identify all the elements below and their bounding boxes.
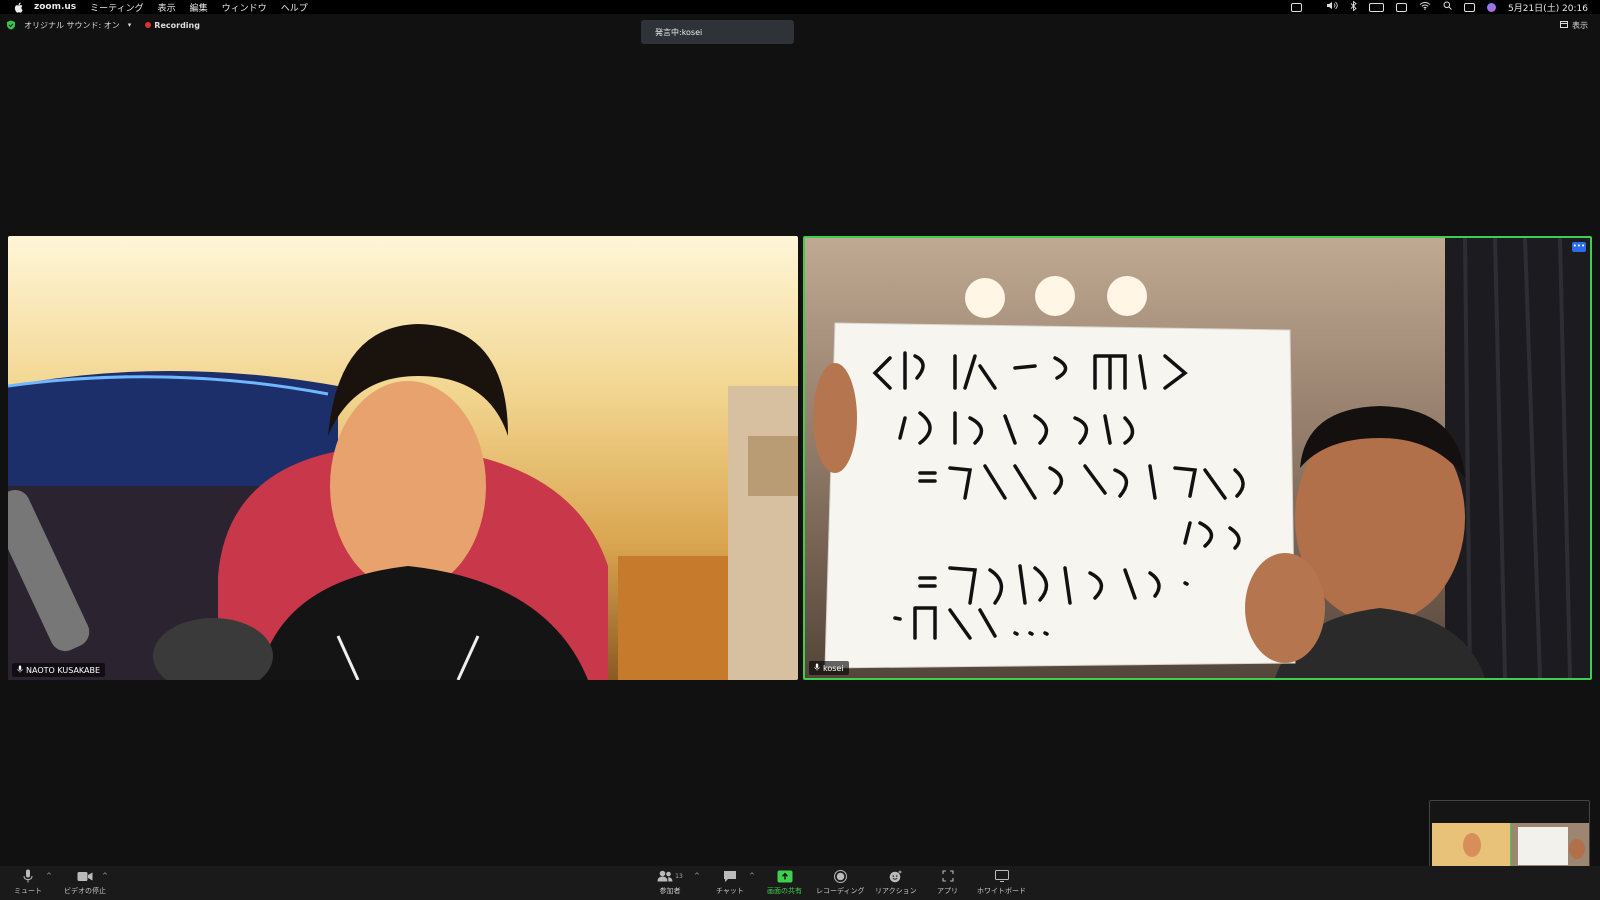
share-screen-button[interactable]: 画面の共有 — [767, 869, 802, 896]
menu-help[interactable]: ヘルプ — [281, 1, 308, 14]
apps-button[interactable]: アプリ — [937, 869, 958, 896]
whiteboard-icon — [994, 869, 1010, 883]
chevron-down-icon[interactable]: ▾ — [128, 21, 132, 29]
participants-icon: 13 — [656, 869, 684, 883]
stop-video-button[interactable]: ビデオの停止 — [64, 869, 106, 896]
recording-dot-icon — [145, 22, 152, 28]
battery-icon[interactable] — [1369, 2, 1384, 12]
meeting-info-row: オリジナル サウンド: オン ▾ Recording — [0, 18, 200, 32]
recording-button[interactable]: レコーディング — [816, 869, 865, 896]
zoom-status-icon[interactable] — [1291, 2, 1302, 12]
recording-label[interactable]: Recording — [154, 21, 200, 30]
microphone-icon — [17, 665, 23, 675]
status-area: ⁣ 5月21日(土) 20:16 — [1291, 0, 1588, 14]
participant-video-kosei — [813, 238, 1590, 678]
chat-options-chevron-icon[interactable]: ^ — [749, 872, 755, 880]
menubar-datetime[interactable]: 5月21日(土) 20:16 — [1508, 1, 1588, 14]
video-camera-icon — [77, 869, 93, 883]
whiteboard-button[interactable]: ホワイトボード — [977, 869, 1026, 896]
menu-window[interactable]: ウィンドウ — [222, 1, 267, 14]
microphone-icon — [20, 869, 36, 883]
recording-button-label: レコーディング — [816, 887, 865, 895]
video-tile-kosei[interactable]: ••• kosei — [803, 236, 1592, 680]
wifi-icon[interactable] — [1419, 1, 1431, 13]
menu-bar: zoom.us ミーティング 表示 編集 ウィンドウ ヘルプ ⁣ 5月21日(土… — [0, 0, 1600, 14]
participants-count: 13 — [675, 872, 683, 880]
participants-button[interactable]: 13 参加者 — [656, 869, 684, 896]
mute-label: ミュート — [14, 887, 42, 895]
apps-label: アプリ — [937, 887, 958, 895]
view-button[interactable]: 表示 — [1560, 20, 1588, 31]
smiley-icon — [888, 869, 904, 883]
whiteboard-label: ホワイトボード — [977, 887, 1026, 895]
chat-label: チャット — [716, 887, 744, 895]
video-options-chevron-icon[interactable]: ^ — [102, 872, 108, 880]
video-tile-naoto[interactable]: NAOTO KUSAKABE — [8, 236, 798, 680]
stop-video-label: ビデオの停止 — [64, 887, 106, 895]
siri-icon[interactable] — [1487, 2, 1496, 12]
audio-options-chevron-icon[interactable]: ^ — [46, 872, 52, 880]
menu-view[interactable]: 表示 — [158, 1, 176, 14]
volume-icon[interactable] — [1326, 1, 1338, 13]
microphone-icon — [814, 663, 820, 673]
speaking-label: 発言中:kosei — [655, 27, 703, 37]
participant-name-tag: kosei — [809, 661, 849, 675]
reactions-button[interactable]: リアクション — [875, 869, 917, 896]
more-options-button[interactable]: ••• — [1572, 242, 1586, 252]
grid-icon — [1560, 21, 1568, 30]
menu-meeting[interactable]: ミーティング — [90, 1, 143, 14]
participants-label: 参加者 — [659, 887, 681, 895]
participant-video-naoto — [8, 324, 798, 680]
participant-name: kosei — [823, 663, 844, 673]
apps-icon — [940, 869, 956, 883]
speaking-indicator: 発言中:kosei — [641, 20, 794, 44]
menu-edit[interactable]: 編集 — [190, 1, 208, 14]
app-name[interactable]: zoom.us — [34, 2, 76, 12]
reactions-label: リアクション — [875, 887, 917, 895]
participants-options-chevron-icon[interactable]: ^ — [694, 872, 700, 880]
bluetooth-icon[interactable] — [1350, 0, 1357, 14]
control-center-icon[interactable] — [1464, 2, 1475, 12]
meeting-toolbar: ミュート ^ ビデオの停止 ^ 13 参加者 ^ チャット ^ 画面の共有 レコ… — [0, 866, 1600, 900]
view-label: 表示 — [1572, 21, 1588, 30]
original-sound-label[interactable]: オリジナル サウンド: オン — [24, 20, 120, 31]
shield-icon[interactable] — [6, 20, 16, 30]
input-source-icon[interactable] — [1396, 2, 1407, 12]
share-screen-label: 画面の共有 — [767, 887, 802, 895]
participant-name-tag: NAOTO KUSAKABE — [12, 663, 106, 677]
apple-icon[interactable] — [12, 1, 24, 13]
share-screen-icon — [777, 869, 793, 883]
chat-bubble-icon — [722, 869, 738, 883]
record-icon — [832, 869, 848, 883]
mute-button[interactable]: ミュート — [14, 869, 42, 896]
chat-button[interactable]: チャット — [716, 869, 744, 896]
search-icon[interactable] — [1443, 1, 1452, 13]
participant-name: NAOTO KUSAKABE — [26, 665, 101, 675]
